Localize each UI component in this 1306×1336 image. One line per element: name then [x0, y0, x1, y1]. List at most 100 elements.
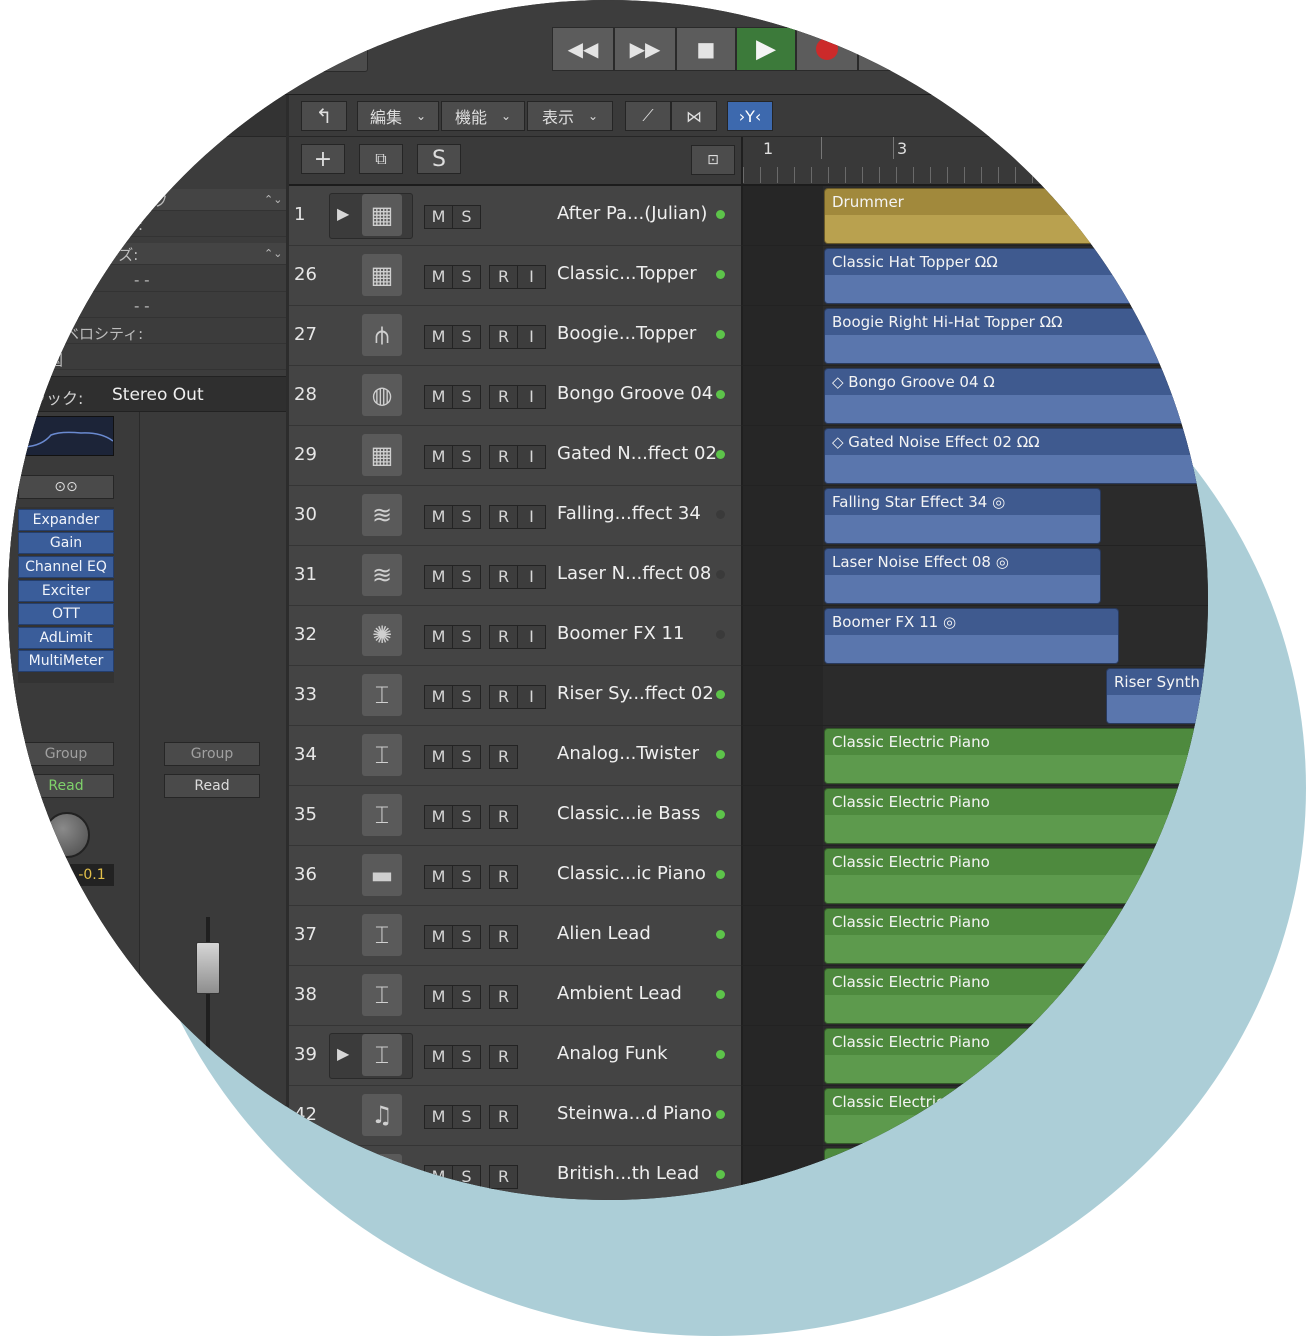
catch-button[interactable]: ›Y‹: [727, 101, 773, 131]
transport-extra[interactable]: [858, 27, 978, 71]
solo-button[interactable]: S: [452, 805, 481, 829]
region[interactable]: Classic Electric Piano: [824, 908, 1208, 964]
track-header[interactable]: 32 ✺ M S R I Boomer FX 11: [289, 606, 741, 666]
solo-button[interactable]: S: [452, 1105, 481, 1129]
automation-mode-1[interactable]: Read: [18, 774, 114, 798]
region[interactable]: ◇ Bongo Groove 04 Ω: [824, 368, 1208, 424]
record-enable-button[interactable]: R: [489, 445, 518, 469]
rewind-button[interactable]: ◀◀: [552, 27, 614, 71]
track-name[interactable]: Riser Sy...ffect 02: [557, 683, 714, 704]
group-button-2[interactable]: Group: [164, 742, 260, 766]
mute-button[interactable]: M: [424, 1105, 453, 1129]
region[interactable]: Laser Noise Effect 08 ◎: [824, 548, 1101, 604]
inspector-row-0[interactable]: オフ ⌃⌄: [8, 189, 286, 211]
plugin-slot-4[interactable]: OTT: [18, 603, 114, 625]
plugin-slot-3[interactable]: Exciter: [18, 580, 114, 602]
record-enable-button[interactable]: R: [489, 925, 518, 949]
region[interactable]: Falling Star Effect 34 ◎: [824, 488, 1101, 544]
output-row[interactable]: ラック: Stereo Out: [8, 376, 286, 412]
solo-button[interactable]: S: [452, 685, 481, 709]
track-name[interactable]: Falling...ffect 34: [557, 503, 701, 524]
record-enable-button[interactable]: R: [489, 1105, 518, 1129]
input-monitor-button[interactable]: I: [517, 385, 546, 409]
track-name[interactable]: British...th Lead: [557, 1163, 699, 1184]
track-header[interactable]: 36 ▬ M S R Classic...ic Piano: [289, 846, 741, 906]
plugin-slot-6[interactable]: MultiMeter: [18, 650, 114, 672]
solo-button[interactable]: S: [452, 1045, 481, 1069]
record-enable-button[interactable]: R: [489, 385, 518, 409]
disclosure-triangle-icon[interactable]: ▶: [337, 1044, 349, 1063]
track-header[interactable]: 33 ⌶ M S R I Riser Sy...ffect 02: [289, 666, 741, 726]
region[interactable]: Classic Hat Topper ΩΩ: [824, 248, 1208, 304]
track-header[interactable]: 38 ⌶ M S R Ambient Lead: [289, 966, 741, 1026]
solo-button[interactable]: S: [452, 925, 481, 949]
track-header[interactable]: 34 ⌶ M S R Analog...Twister: [289, 726, 741, 786]
track-header[interactable]: ▶ 39 ⌶ M S R Analog Funk: [289, 1026, 741, 1086]
record-enable-button[interactable]: R: [489, 625, 518, 649]
region[interactable]: Boomer FX 11 ◎: [824, 608, 1119, 664]
input-monitor-button[interactable]: I: [517, 445, 546, 469]
solo-button[interactable]: S: [452, 205, 481, 229]
region[interactable]: Classic Electric Piano: [824, 848, 1208, 904]
track-name[interactable]: Classic...ie Bass: [557, 803, 700, 824]
pan-knob[interactable]: [44, 812, 90, 858]
solo-button[interactable]: S: [452, 625, 481, 649]
track-header[interactable]: ▶ 1 ▦ M S After Pa...(Julian): [289, 186, 741, 246]
plugin-slot-1[interactable]: Gain: [18, 532, 114, 554]
track-header[interactable]: 35 ⌶ M S R Classic...ie Bass: [289, 786, 741, 846]
function-menu[interactable]: 機能 ⌄: [441, 101, 525, 131]
disclosure-triangle-icon[interactable]: ▶: [337, 204, 349, 223]
input-monitor-button[interactable]: I: [517, 265, 546, 289]
region[interactable]: Boogie Right Hi-Hat Topper ΩΩ: [824, 308, 1208, 364]
record-enable-button[interactable]: R: [489, 325, 518, 349]
mute-button[interactable]: M: [424, 985, 453, 1009]
track-name[interactable]: Analog...Twister: [557, 743, 699, 764]
stop-button[interactable]: ■: [676, 27, 736, 71]
mute-button[interactable]: M: [424, 925, 453, 949]
track-header[interactable]: 27 ⫛ M S R I Boogie...Topper: [289, 306, 741, 366]
region[interactable]: Classic Electric Piano: [824, 968, 1208, 1024]
solo-button[interactable]: S: [452, 505, 481, 529]
plugin-slot-0[interactable]: Expander: [18, 509, 114, 531]
track-name[interactable]: Ambient Lead: [557, 983, 682, 1004]
record-enable-button[interactable]: R: [489, 865, 518, 889]
region[interactable]: Classic Electric: [824, 1088, 1208, 1144]
global-solo-button[interactable]: S: [417, 144, 461, 174]
mute-button[interactable]: M: [424, 505, 453, 529]
edit-menu[interactable]: 編集 ⌄: [357, 101, 439, 131]
region[interactable]: Riser Synth: [1106, 668, 1208, 724]
plugin-slot-2[interactable]: Channel EQ: [18, 556, 114, 578]
track-header[interactable]: 37 ⌶ M S R Alien Lead: [289, 906, 741, 966]
mute-button[interactable]: M: [424, 265, 453, 289]
region[interactable]: Classic Electric Piano: [824, 1028, 1208, 1084]
play-button[interactable]: ▶: [736, 27, 796, 71]
record-enable-button[interactable]: R: [489, 985, 518, 1009]
automation-mode-2[interactable]: Read: [164, 774, 260, 798]
track-name[interactable]: Classic...Topper: [557, 263, 697, 284]
track-name[interactable]: Classic...ic Piano: [557, 863, 706, 884]
duplicate-track-button[interactable]: ⧉: [359, 144, 403, 174]
mute-button[interactable]: M: [424, 805, 453, 829]
track-name[interactable]: Gated N...ffect 02: [557, 443, 717, 464]
region[interactable]: ◇ Gated Noise Effect 02 ΩΩ: [824, 428, 1208, 484]
track-name[interactable]: Analog Funk: [557, 1043, 668, 1064]
fast-forward-button[interactable]: ▶▶: [614, 27, 676, 71]
mute-button[interactable]: M: [424, 205, 453, 229]
record-enable-button[interactable]: R: [489, 265, 518, 289]
track-name[interactable]: Bongo Groove 04: [557, 383, 713, 404]
inspector-row-2[interactable]: ーズ: ⌃⌄: [8, 243, 286, 265]
mute-button[interactable]: M: [424, 325, 453, 349]
input-monitor-button[interactable]: I: [517, 625, 546, 649]
view-menu[interactable]: 表示 ⌄: [527, 101, 613, 131]
solo-button[interactable]: S: [452, 745, 481, 769]
mute-button[interactable]: M: [424, 565, 453, 589]
volume-fader-handle[interactable]: [196, 942, 220, 994]
track-name[interactable]: Alien Lead: [557, 923, 651, 944]
input-monitor-button[interactable]: I: [517, 325, 546, 349]
track-name[interactable]: Boomer FX 11: [557, 623, 684, 644]
mute-button[interactable]: M: [424, 1165, 453, 1189]
track-name[interactable]: Steinwa...d Piano: [557, 1103, 712, 1124]
track-header[interactable]: 29 ▦ M S R I Gated N...ffect 02: [289, 426, 741, 486]
solo-button[interactable]: S: [452, 565, 481, 589]
solo-button[interactable]: S: [452, 385, 481, 409]
